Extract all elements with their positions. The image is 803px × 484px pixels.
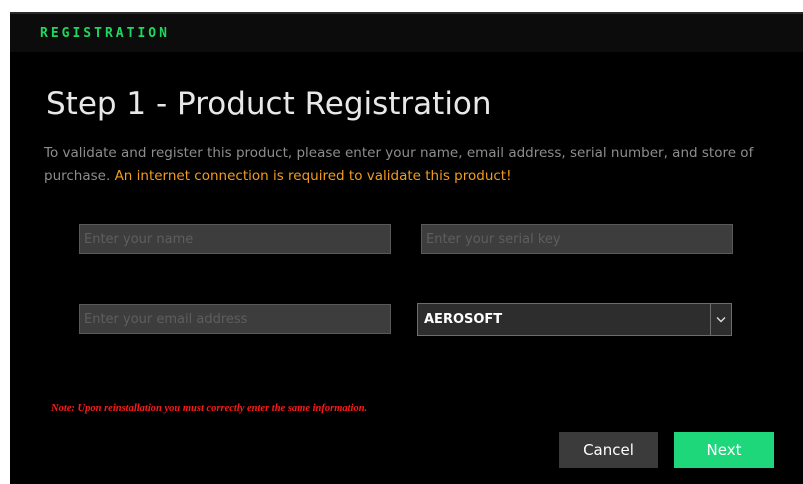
registration-window: REGISTRATION Step 1 - Product Registrati…: [10, 12, 803, 484]
reinstall-note: Note: Upon reinstallation you must corre…: [51, 403, 368, 414]
serial-key-input[interactable]: [421, 224, 733, 254]
header-title: REGISTRATION: [40, 26, 170, 41]
intro-text: To validate and register this product, p…: [44, 142, 784, 188]
chevron-down-icon[interactable]: [710, 304, 731, 335]
window-top-strip: [10, 12, 803, 14]
store-select[interactable]: AEROSOFT: [417, 303, 732, 336]
page-title: Step 1 - Product Registration: [46, 86, 492, 122]
store-selected-value: AEROSOFT: [424, 312, 503, 327]
email-input[interactable]: [79, 304, 391, 334]
next-button[interactable]: Next: [674, 432, 774, 468]
internet-warning: An internet connection is required to va…: [114, 168, 512, 184]
cancel-button[interactable]: Cancel: [559, 432, 658, 468]
name-input[interactable]: [79, 224, 391, 254]
header-bar: REGISTRATION: [10, 12, 803, 52]
